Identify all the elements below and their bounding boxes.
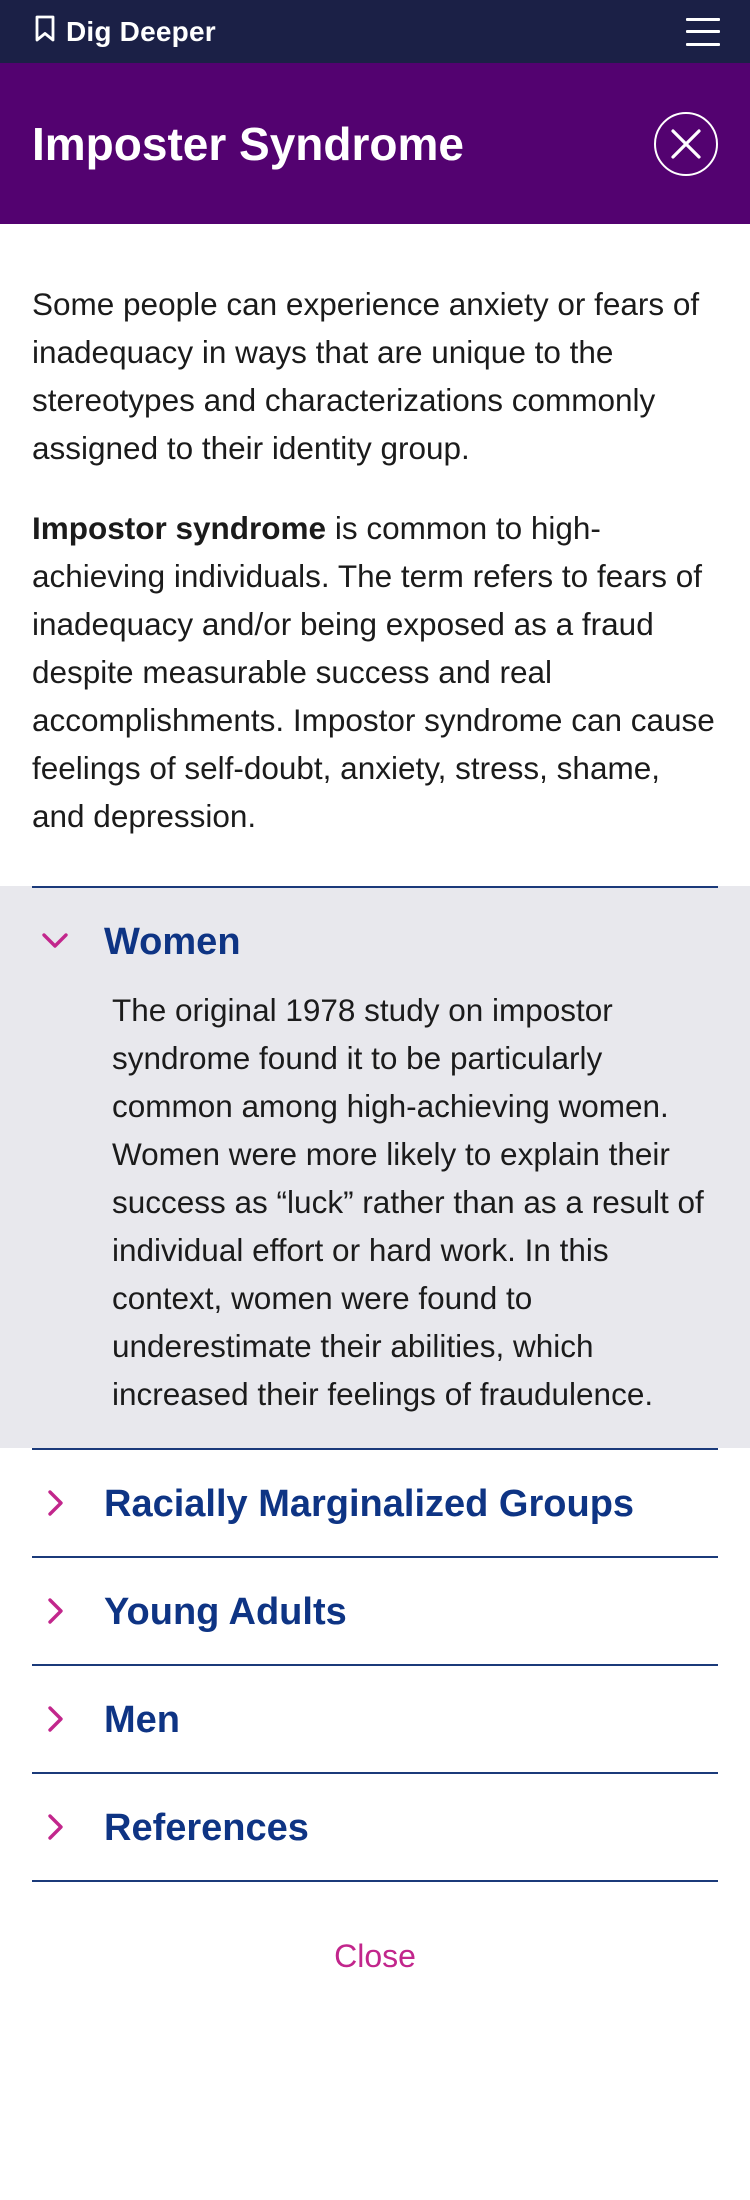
impostor-definition-text: is common to high-achieving individuals.…	[32, 510, 715, 834]
dig-deeper-brand[interactable]: Dig Deeper	[34, 15, 216, 48]
chevron-right-icon	[32, 1696, 104, 1739]
impostor-definition-paragraph: Impostor syndrome is common to high-achi…	[32, 504, 718, 840]
accordion-title: References	[104, 1807, 309, 1849]
accordion-header[interactable]: Men	[32, 1666, 718, 1772]
accordion-title: Men	[104, 1699, 180, 1741]
accordion-header[interactable]: Young Adults	[32, 1558, 718, 1664]
accordion-header[interactable]: Racially Marginalized Groups	[32, 1450, 718, 1556]
close-icon	[671, 128, 701, 159]
accordion-body-women: The original 1978 study on impostor synd…	[112, 992, 704, 1412]
accordion-header[interactable]: References	[32, 1774, 718, 1880]
chevron-down-icon	[32, 918, 104, 961]
chevron-right-icon	[32, 1588, 104, 1631]
intro-paragraph: Some people can experience anxiety or fe…	[32, 286, 700, 466]
accordion-collapsed-list: Racially Marginalized Groups Young Adult…	[32, 1448, 718, 1882]
close-button[interactable]	[654, 111, 718, 176]
top-bar: Dig Deeper	[0, 0, 750, 63]
close-link[interactable]: Close	[0, 1938, 750, 1975]
accordion-title: Young Adults	[104, 1591, 347, 1633]
accordion-title: Racially Marginalized Groups	[104, 1483, 635, 1525]
chevron-right-icon	[32, 1804, 104, 1847]
accordion-item-young-adults[interactable]: Young Adults	[32, 1556, 718, 1664]
accordion-header-women[interactable]: Women	[32, 888, 718, 994]
intro-content: Some people can experience anxiety or fe…	[0, 224, 750, 840]
modal-header: Imposter Syndrome	[0, 63, 750, 224]
chevron-right-icon	[32, 1480, 104, 1523]
page-title: Imposter Syndrome	[32, 117, 464, 170]
accordion: Women The original 1978 study on imposto…	[0, 886, 750, 1882]
accordion-item-women: Women The original 1978 study on imposto…	[0, 886, 750, 1448]
accordion-item-racially-marginalized[interactable]: Racially Marginalized Groups	[32, 1448, 718, 1556]
brand-label: Dig Deeper	[66, 15, 216, 47]
accordion-item-men[interactable]: Men	[32, 1664, 718, 1772]
impostor-term: Impostor syndrome	[32, 510, 327, 546]
hamburger-menu-icon[interactable]	[686, 17, 720, 46]
bookmark-icon	[34, 15, 56, 48]
accordion-title: Women	[104, 921, 241, 963]
accordion-item-references[interactable]: References	[32, 1772, 718, 1882]
